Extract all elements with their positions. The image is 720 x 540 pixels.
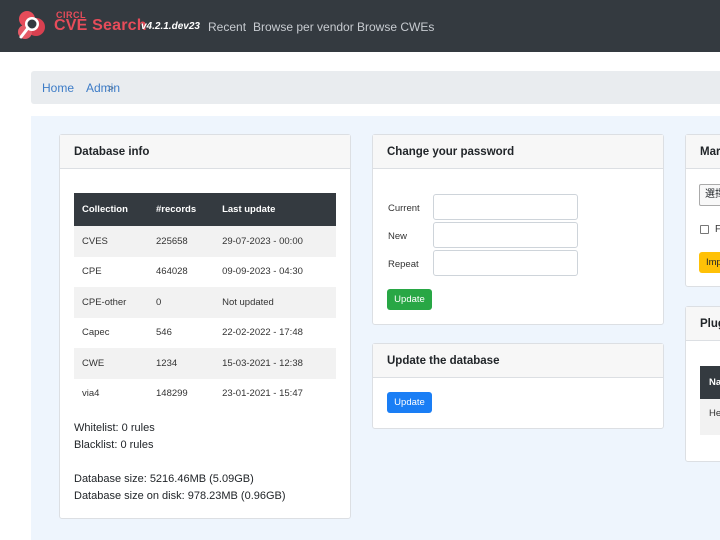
file-select-dropdown[interactable]: 選擇: [699, 184, 720, 206]
cell-collection: Capec: [74, 317, 148, 348]
database-info-title: Database info: [74, 146, 150, 158]
cell-collection: CPE-other: [74, 287, 148, 318]
table-header-row: Collection #records Last update: [74, 193, 336, 226]
update-database-title: Update the database: [387, 355, 500, 367]
update-database-card: Update the database Update: [372, 343, 664, 429]
cell-last-update: 09-09-2023 - 04:30: [214, 256, 336, 287]
cell-last-update: 23-01-2021 - 15:47: [214, 378, 336, 409]
cell-last-update: 29-07-2023 - 00:00: [214, 226, 336, 257]
column-header-collection: Collection: [74, 193, 148, 226]
change-password-header: Change your password: [373, 135, 663, 169]
plugins-card-title: Plug: [700, 318, 720, 330]
top-navbar: CIRCL CVE Search v4.2.1.dev23 Recent Bro…: [0, 0, 720, 52]
breadcrumb-admin[interactable]: Admin: [86, 81, 120, 95]
cell-last-update: 22-02-2022 - 17:48: [214, 317, 336, 348]
nav-link-browse-cwes[interactable]: Browse CWEs: [357, 20, 434, 34]
repeat-password-label: Repeat: [388, 259, 419, 270]
force-checkbox[interactable]: [700, 225, 709, 234]
cell-records: 148299: [148, 378, 215, 409]
cell-records: 464028: [148, 256, 215, 287]
cell-collection: CPE: [74, 256, 148, 287]
repeat-password-input[interactable]: [433, 250, 578, 276]
cell-records: 1234: [148, 348, 215, 379]
update-password-button[interactable]: Update: [387, 289, 432, 310]
table-row: CPE-other 0 Not updated: [74, 287, 336, 318]
change-password-title: Change your password: [387, 146, 515, 158]
table-row: CWE 1234 15-03-2021 - 12:38: [74, 348, 336, 379]
cell-last-update: Not updated: [214, 287, 336, 318]
cell-collection: CVES: [74, 226, 148, 257]
nav-link-recent[interactable]: Recent: [208, 20, 246, 34]
manage-card-title: Mar: [700, 146, 720, 158]
version-label: v4.2.1.dev23: [141, 21, 200, 32]
column-header-last-update: Last update: [214, 193, 336, 226]
plugins-table-cell: He: [700, 399, 720, 435]
database-info-card: Database info Collection #records Last u…: [59, 134, 351, 519]
current-password-input[interactable]: [433, 194, 578, 220]
database-info-header: Database info: [60, 135, 350, 169]
cell-collection: CWE: [74, 348, 148, 379]
new-password-label: New: [388, 231, 408, 242]
cell-records: 546: [148, 317, 215, 348]
plugins-column-header: Na: [700, 366, 720, 399]
database-collections-table: Collection #records Last update CVES 225…: [74, 193, 336, 409]
nav-link-browse-vendor[interactable]: Browse per vendor: [253, 20, 354, 34]
plugins-card-header: Plug: [686, 307, 720, 341]
manage-card: Mar 選擇 F Imp: [685, 134, 720, 287]
brand-title[interactable]: CVE Search: [54, 17, 147, 35]
breadcrumb: Home > Admin: [31, 71, 720, 104]
breadcrumb-home[interactable]: Home: [42, 81, 74, 95]
new-password-input[interactable]: [433, 222, 578, 248]
table-row: Capec 546 22-02-2022 - 17:48: [74, 317, 336, 348]
database-size-disk-text: Database size on disk: 978.23MB (0.96GB): [74, 490, 286, 502]
plugins-card: Plug Na He: [685, 306, 720, 462]
current-password-label: Current: [388, 203, 420, 214]
circl-logo-icon[interactable]: [11, 8, 51, 46]
update-database-header: Update the database: [373, 344, 663, 378]
admin-content-area: Database info Collection #records Last u…: [31, 116, 720, 540]
cell-collection: via4: [74, 378, 148, 409]
import-button[interactable]: Imp: [699, 252, 720, 273]
force-checkbox-label: F: [715, 224, 720, 235]
cell-records: 225658: [148, 226, 215, 257]
table-row: via4 148299 23-01-2021 - 15:47: [74, 378, 336, 409]
manage-card-header: Mar: [686, 135, 720, 169]
cell-records: 0: [148, 287, 215, 318]
column-header-records: #records: [148, 193, 215, 226]
whitelist-text: Whitelist: 0 rules: [74, 422, 155, 434]
update-database-button[interactable]: Update: [387, 392, 432, 413]
blacklist-text: Blacklist: 0 rules: [74, 439, 154, 451]
change-password-card: Change your password Current New Repeat …: [372, 134, 664, 325]
table-row: CPE 464028 09-09-2023 - 04:30: [74, 256, 336, 287]
table-row: CVES 225658 29-07-2023 - 00:00: [74, 226, 336, 257]
cell-last-update: 15-03-2021 - 12:38: [214, 348, 336, 379]
database-size-text: Database size: 5216.46MB (5.09GB): [74, 473, 254, 485]
